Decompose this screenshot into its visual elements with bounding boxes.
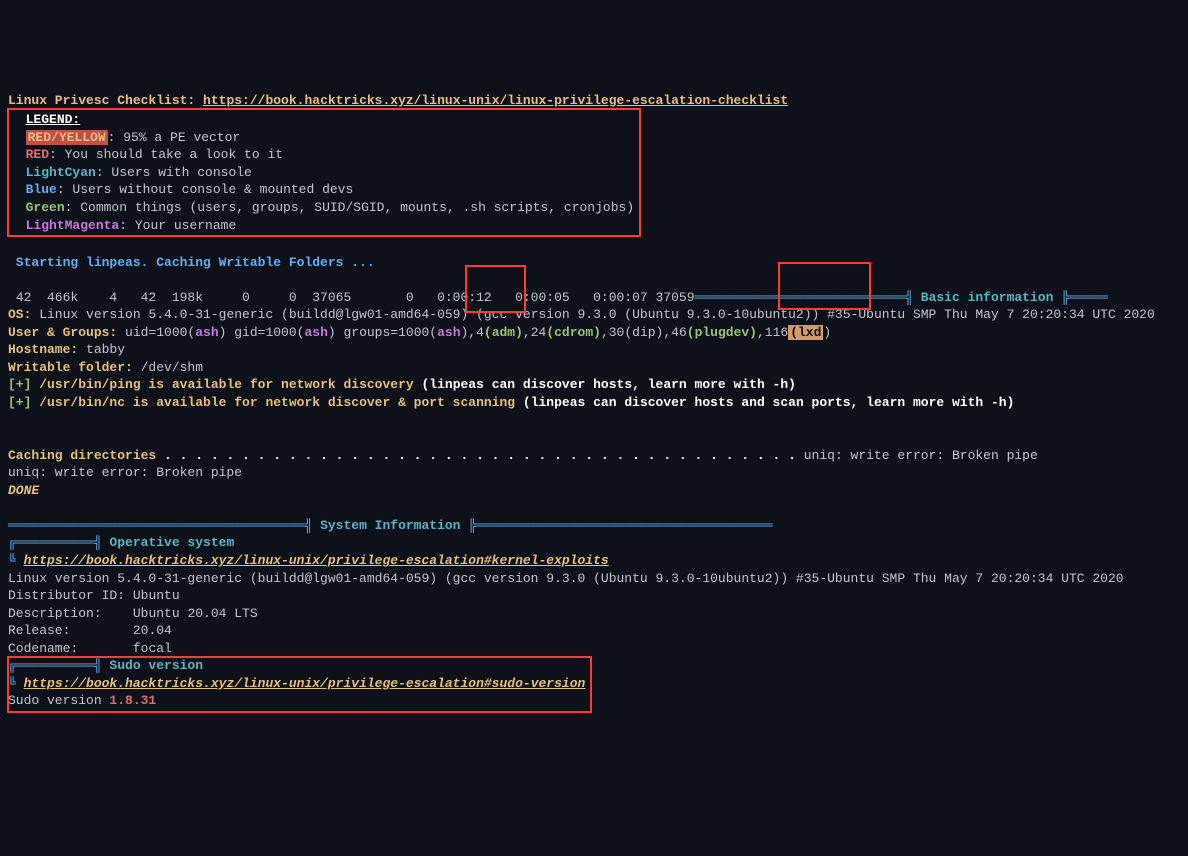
lxd-group: (lxd [788,325,823,340]
cache-label: Caching directories [8,448,164,463]
sudo-box: ╔══════════╣ Sudo version ╚ https://book… [8,657,591,712]
legend-box: LEGEND: RED/YELLOW: 95% a PE vector RED:… [8,109,640,236]
os-label: OS: [8,307,31,322]
sysinfo-heading: System Information [320,518,460,533]
distro-key: Release: [8,623,70,638]
legend-color-label: Green [26,200,65,215]
legend-desc: : 95% a PE vector [108,130,241,145]
distro-key: Description: [8,606,102,621]
distro-value: focal [86,641,172,656]
distro-value: Ubuntu [133,588,180,603]
legend-heading: LEGEND: [26,112,81,127]
legend-desc: : You should take a look to it [49,147,283,162]
os-value: Linux version 5.4.0-31-generic (buildd@l… [31,307,1154,322]
plus-icon: [+] [8,395,39,410]
os-heading: Operative system [109,535,234,550]
starting-line: Starting linpeas. Caching Writable Folde… [8,255,375,270]
distro-value: 20.04 [78,623,172,638]
distro-key: Codename: [8,641,78,656]
stats-line: 42 466k 4 42 198k 0 0 37065 0 0:00:12 0:… [8,290,695,305]
os-full-line: Linux version 5.4.0-31-generic (buildd@l… [8,571,1124,586]
checklist-label: Linux Privesc Checklist: [8,93,195,108]
sudo-heading: Sudo version [109,658,203,673]
legend-color-label: Blue [26,182,57,197]
distro-key: Distributor ID: [8,588,125,603]
sudo-version-value: 1.8.31 [109,693,156,708]
adm-group: (adm) [484,325,523,340]
hostname-label: Hostname: [8,342,78,357]
writable-label: Writable folder: [8,360,133,375]
legend-desc: : Your username [119,218,236,233]
legend-color-label: RED/YELLOW [26,130,108,145]
legend-desc: : Users without console & mounted devs [57,182,353,197]
basic-rule: ═══════════════════════════╣ [695,290,921,305]
legend-color-label: LightMagenta [26,218,120,233]
ug-label: User & Groups: [8,325,117,340]
legend-desc: : Common things (users, groups, SUID/SGI… [65,200,635,215]
legend-color-label: RED [26,147,49,162]
done-label: DONE [8,483,39,498]
sudo-url[interactable]: https://book.hacktricks.xyz/linux-unix/p… [24,676,586,691]
checklist-url[interactable]: https://book.hacktricks.xyz/linux-unix/l… [203,93,788,108]
distro-value: Ubuntu 20.04 LTS [109,606,257,621]
hostname-value: tabby [78,342,125,357]
writable-value: /dev/shm [133,360,203,375]
terminal-output: Linux Privesc Checklist: https://book.ha… [8,74,1180,764]
pipe-error: uniq: write error: Broken pipe [8,465,242,480]
kernel-url[interactable]: https://book.hacktricks.xyz/linux-unix/p… [24,553,609,568]
legend-desc: : Users with console [96,165,252,180]
plus-icon: [+] [8,377,39,392]
basic-heading: Basic information [921,290,1054,305]
legend-color-label: LightCyan [26,165,96,180]
